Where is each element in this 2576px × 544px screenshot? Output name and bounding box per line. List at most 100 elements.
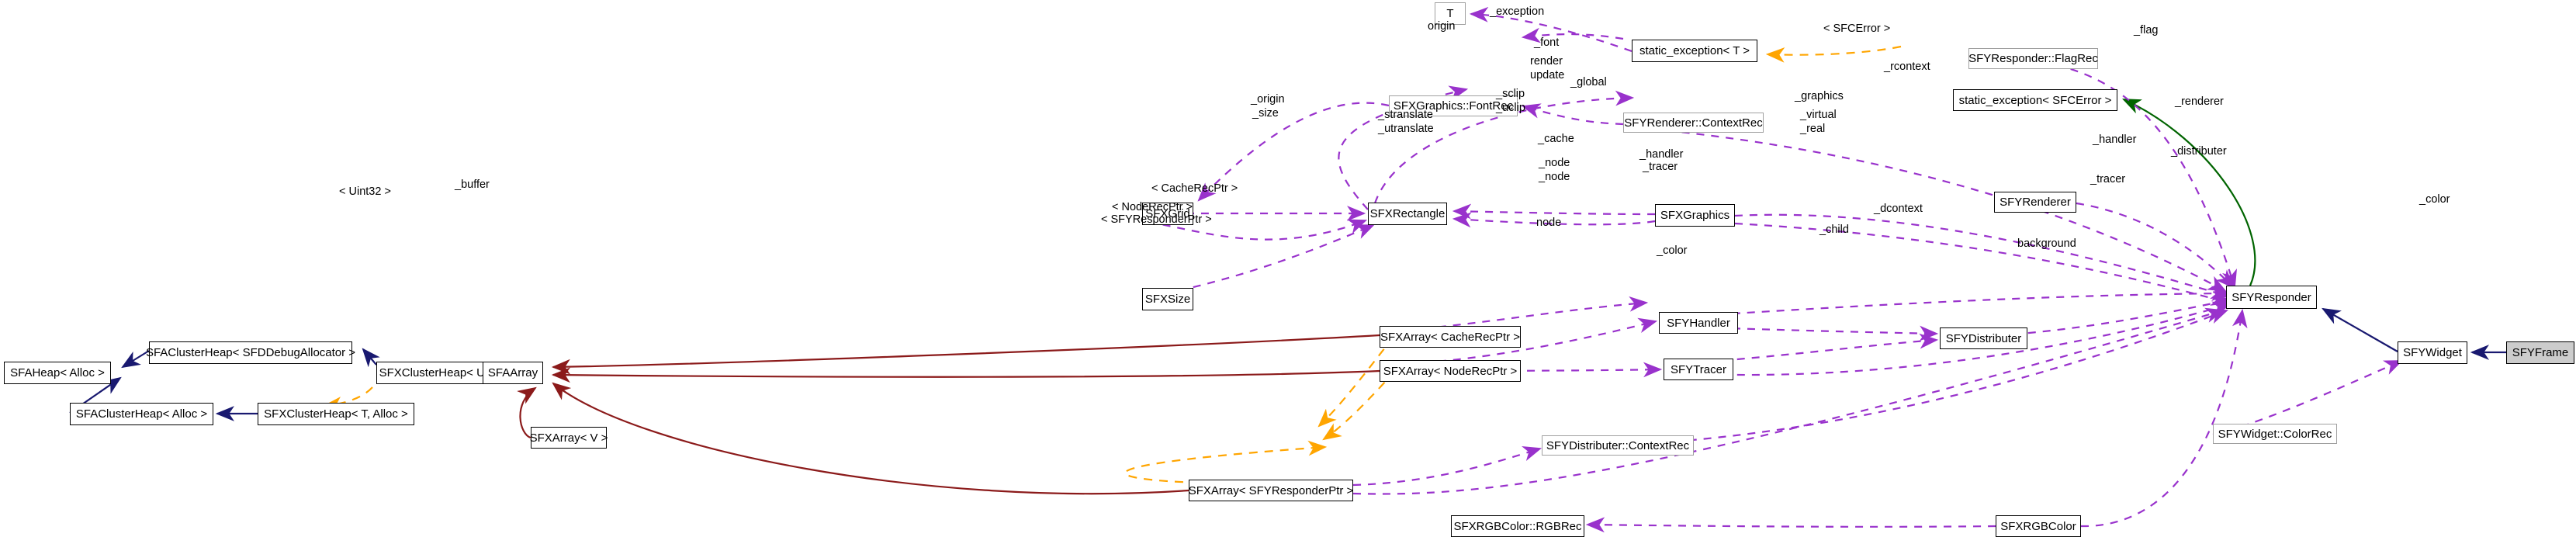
class-node-label: SFYHandler	[1667, 316, 1730, 330]
class-node-label: SFXArray< NodeRecPtr >	[1383, 364, 1518, 378]
edge-label-graphics: _graphics	[1795, 90, 1844, 102]
edge-label-stranslate: _stranslate _utranslate	[1378, 108, 1434, 136]
class-node-sfyframe[interactable]: SFYFrame	[2506, 341, 2574, 364]
class-node-label: SFYWidget	[2403, 346, 2462, 359]
edge-label-distributer: _distributer	[2171, 145, 2227, 158]
class-node-label: SFAClusterHeap< SFDDebugAllocator >	[145, 346, 356, 359]
class-node-label: SFXRGBColor::RGBRec	[1453, 519, 1582, 533]
class-node-label: SFYResponder	[2231, 290, 2311, 304]
edge-label-cache: _cache	[1538, 133, 1574, 145]
edge-label-size: _size	[1252, 107, 1279, 120]
edge-label-line: _stranslate	[1378, 109, 1433, 121]
edge-label-tracer: _tracer	[1643, 161, 1678, 173]
class-node-label: SFYDistributer	[1945, 331, 2022, 345]
class-node-rgbrec[interactable]: SFXRGBColor::RGBRec	[1451, 515, 1584, 537]
edge-label-font: _font	[1534, 36, 1560, 49]
class-node-sfydistributer[interactable]: SFYDistributer	[1940, 327, 2027, 349]
class-node-label: SFAArray	[487, 366, 538, 379]
edge-label-virtual-real: _virtual _real	[1800, 108, 1837, 136]
class-node-sfytracer[interactable]: SFYTracer	[1664, 359, 1733, 380]
edge-label-flag: _flag	[2134, 24, 2159, 36]
class-node-static_exc_t[interactable]: static_exception< T >	[1632, 40, 1757, 62]
class-node-sfywidget[interactable]: SFYWidget	[2398, 341, 2467, 364]
class-node-sfyresponder[interactable]: SFYResponder	[2226, 286, 2317, 309]
edge-label-sfyresponderptr-tmpl: < SFYResponderPtr >	[1101, 213, 1212, 226]
class-node-label: SFXRGBColor	[2000, 519, 2076, 533]
edge-label-dcontext: _dcontext	[1874, 203, 1923, 215]
edge-label-line: _virtual	[1800, 109, 1837, 121]
edge-label-node-resp: node	[1536, 217, 1562, 229]
edge-label-origin-top: origin	[1428, 20, 1456, 33]
class-node-label: SFXSize	[1144, 293, 1191, 306]
edge-label-line: _real	[1800, 123, 1826, 136]
class-node-sfxarray_responderptr[interactable]: SFXArray< SFYResponderPtr >	[1189, 480, 1353, 501]
edge-label-child: _child	[1819, 223, 1849, 236]
class-node-sfyhandler[interactable]: SFYHandler	[1659, 312, 1738, 334]
class-node-label: SFXClusterHeap< T, Alloc >	[264, 407, 408, 421]
class-node-sfxarray_v[interactable]: SFXArray< V >	[529, 427, 608, 449]
edge-label-sfcerror-tmpl: < SFCError >	[1823, 23, 1891, 35]
class-node-label: SFYTracer	[1671, 362, 1726, 376]
edge-label-renderer: _renderer	[2175, 95, 2224, 108]
generalization-green-edge	[2122, 99, 2256, 286]
edge-label-line: update	[1530, 69, 1565, 82]
class-node-sfxarray_cacherecptr[interactable]: SFXArray< CacheRecPtr >	[1380, 326, 1521, 348]
class-node-label: SFYRenderer	[2000, 196, 2071, 209]
class-node-label: SFXArray< V >	[529, 431, 608, 445]
edge-label-noderecptr-tmpl: < NodeRecPtr >	[1112, 201, 1193, 213]
edge-label-color-right: _color	[2419, 193, 2450, 206]
class-node-sfaheap_alloc[interactable]: SFAHeap< Alloc >	[4, 362, 111, 384]
class-node-sfxsize[interactable]: SFXSize	[1142, 288, 1193, 310]
class-node-sfxclusterheap_talloc[interactable]: SFXClusterHeap< T, Alloc >	[258, 403, 414, 425]
class-node-sfyrenderer[interactable]: SFYRenderer	[1994, 192, 2076, 213]
usage-edges	[1141, 6, 2404, 533]
class-node-label: SFXRectangle	[1369, 207, 1446, 220]
class-node-label: SFYRenderer::ContextRec	[1624, 116, 1763, 130]
edge-label-rcontext: _rcontext	[1884, 61, 1930, 73]
class-node-sfxrectangle[interactable]: SFXRectangle	[1368, 203, 1447, 225]
class-node-sfxarray_noderecptr[interactable]: SFXArray< NodeRecPtr >	[1380, 360, 1521, 382]
edge-layer	[69, 6, 2506, 533]
edge-label-uint32-tmpl: < Uint32 >	[339, 185, 391, 198]
class-node-sfaarray[interactable]: SFAArray	[483, 362, 543, 384]
edge-label-render-update: render update	[1530, 54, 1564, 82]
class-node-label: T	[1446, 7, 1454, 20]
edge-label-handler: _handler	[1639, 148, 1684, 161]
edge-label-cacherecptr-tmpl: < CacheRecPtr >	[1151, 182, 1238, 195]
class-node-static_exc_sfcerror[interactable]: static_exception< SFCError >	[1953, 89, 2117, 111]
edge-label-exception: _exception	[1490, 5, 1545, 18]
class-node-sfxrgbcolor[interactable]: SFXRGBColor	[1996, 515, 2081, 537]
edge-label-sclip-uclip: _sclip _uclip	[1496, 87, 1525, 115]
class-node-label: SFXArray< SFYResponderPtr >	[1188, 483, 1354, 497]
class-node-sfaclusterheap_dbg[interactable]: SFAClusterHeap< SFDDebugAllocator >	[145, 341, 356, 364]
class-node-label: SFYWidget::ColorRec	[2218, 427, 2332, 441]
edge-label-buffer: _buffer	[455, 178, 490, 191]
class-collaboration-diagram: Tstatic_exception< T >SFYResponder::Flag…	[0, 0, 2576, 544]
edge-label-handler-far: _handler	[2093, 133, 2137, 146]
class-node-label: SFAHeap< Alloc >	[10, 366, 105, 379]
edge-label-node-cache: _node	[1539, 157, 1570, 169]
edge-label-node-tracer: _node	[1539, 171, 1570, 183]
edge-label-background: background	[2017, 237, 2076, 250]
edge-label-global: _global	[1570, 76, 1607, 88]
class-node-ctxrec[interactable]: SFYRenderer::ContextRec	[1623, 113, 1764, 133]
class-node-dist_ctxrec[interactable]: SFYDistributer::ContextRec	[1542, 435, 1694, 456]
edge-label-tracer2: _tracer	[2090, 173, 2126, 185]
class-node-label: SFYResponder::FlagRec	[1968, 52, 2098, 65]
edge-label-line: render	[1530, 55, 1563, 68]
edge-label-line: _sclip	[1496, 88, 1525, 100]
composition-edges	[517, 334, 1380, 495]
class-node-label: SFYDistributer::ContextRec	[1546, 438, 1690, 452]
class-node-label: static_exception< SFCError >	[1958, 93, 2112, 107]
class-node-label: SFXGraphics	[1660, 209, 1730, 222]
class-node-label: static_exception< T >	[1639, 44, 1750, 57]
class-node-colorrec[interactable]: SFYWidget::ColorRec	[2213, 424, 2337, 444]
class-node-flagrec[interactable]: SFYResponder::FlagRec	[1968, 48, 2098, 69]
class-node-label: SFXArray< CacheRecPtr >	[1380, 330, 1521, 344]
class-node-label: SFAClusterHeap< Alloc >	[75, 407, 208, 421]
edge-label-color-rgb: _color	[1657, 244, 1688, 257]
edge-label-line: _utranslate	[1378, 123, 1434, 136]
edge-label-origin: _origin	[1251, 93, 1285, 106]
class-node-sfaclusterheap_alloc[interactable]: SFAClusterHeap< Alloc >	[70, 403, 213, 425]
class-node-sfxgraphics[interactable]: SFXGraphics	[1655, 204, 1735, 227]
